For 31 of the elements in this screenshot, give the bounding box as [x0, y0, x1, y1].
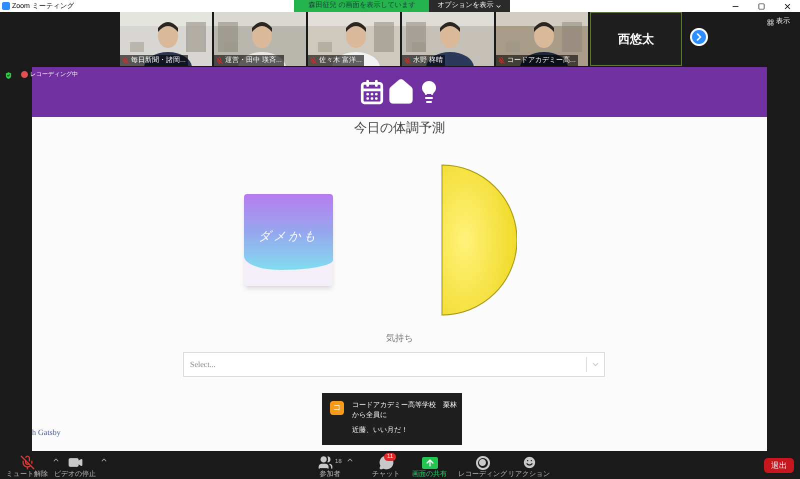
- people-icon: [318, 455, 333, 470]
- caret-icon[interactable]: [346, 456, 354, 464]
- next-page-button[interactable]: [690, 28, 708, 46]
- calendar-icon: [358, 79, 384, 105]
- feeling-select[interactable]: Select...: [183, 352, 605, 377]
- caret-icon[interactable]: [52, 456, 60, 464]
- sender-avatar: コ: [330, 401, 344, 415]
- page-title: 今日の体調予測: [354, 119, 445, 137]
- share-screen-icon: [422, 456, 438, 468]
- maximize-icon[interactable]: [758, 2, 766, 10]
- mic-muted-icon: [216, 57, 223, 64]
- smiley-icon: [522, 455, 536, 470]
- grid-icon: [767, 18, 774, 26]
- footer-text: h Gatsby: [32, 427, 61, 439]
- close-icon[interactable]: [783, 2, 792, 10]
- house-icon: [386, 78, 414, 106]
- zoom-app-icon: [2, 2, 10, 10]
- leave-button[interactable]: 退出: [764, 458, 794, 473]
- card-text: ダメかも: [258, 228, 318, 244]
- record-icon: [476, 456, 490, 470]
- chevron-down-icon: [591, 360, 600, 369]
- participant-name: 西悠太: [618, 31, 654, 48]
- feeling-label: 気持ち: [386, 332, 413, 344]
- mic-muted-icon: [122, 57, 129, 64]
- mic-muted-icon: [310, 57, 317, 64]
- video-camera-icon: [68, 455, 82, 470]
- chevron-down-icon: [495, 2, 502, 10]
- caret-icon[interactable]: [100, 456, 108, 464]
- shield-check-icon: [4, 71, 13, 80]
- mic-muted-icon: [498, 57, 505, 64]
- mic-muted-icon: [404, 57, 411, 64]
